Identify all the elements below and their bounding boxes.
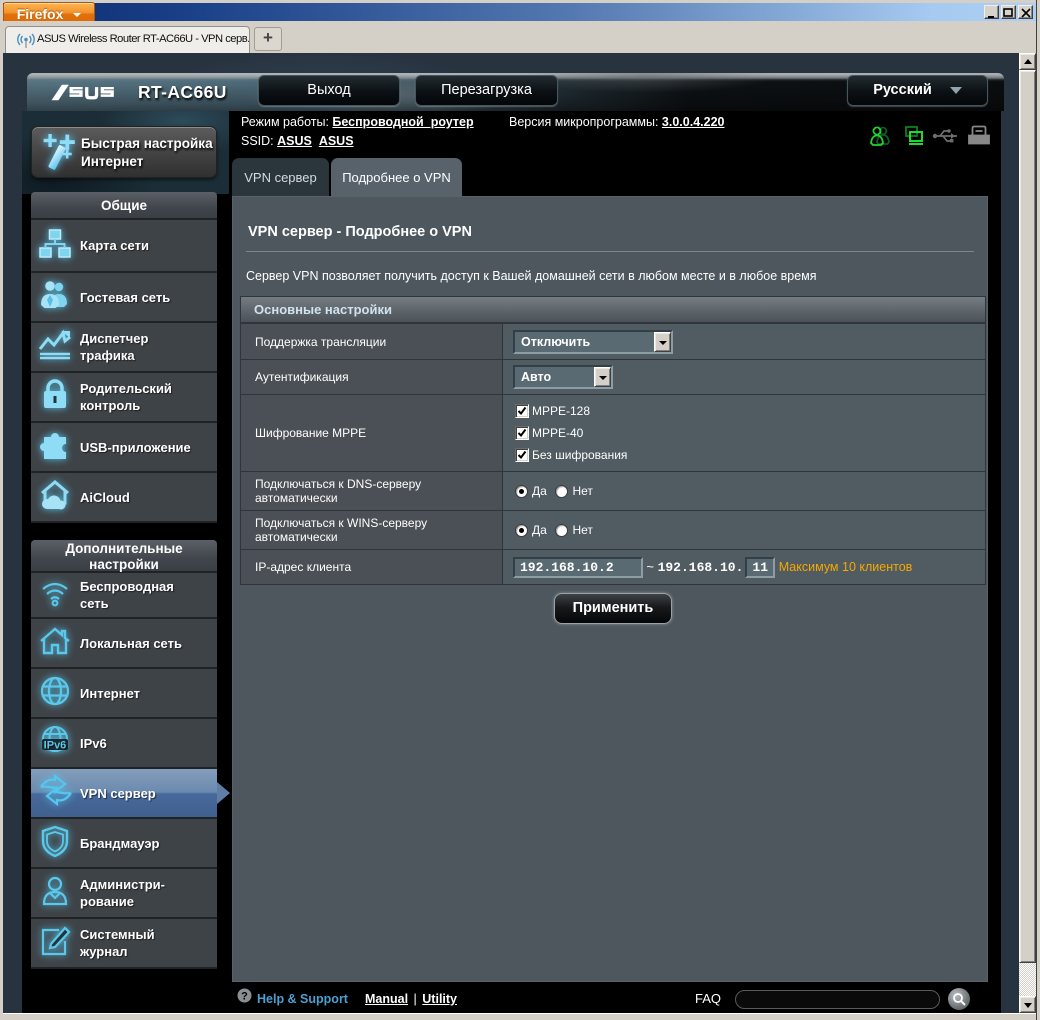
svg-text:IPv6: IPv6 bbox=[44, 740, 67, 752]
svg-text:?: ? bbox=[241, 991, 248, 1003]
